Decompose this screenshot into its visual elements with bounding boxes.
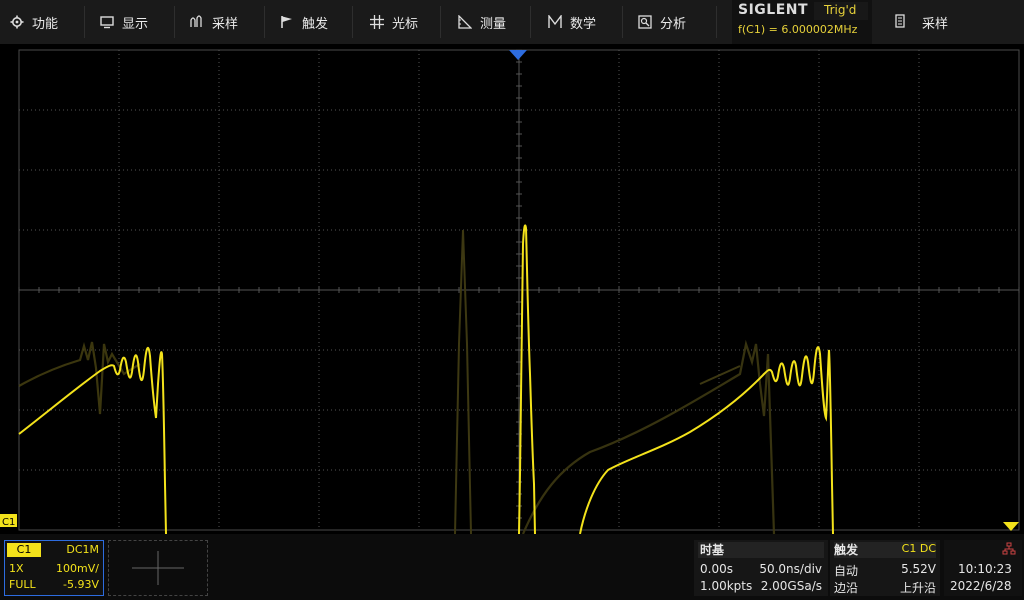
flag-icon bbox=[280, 15, 294, 29]
menu-acquire-label: 采样 bbox=[212, 16, 239, 32]
clock-time: 10:10:23 bbox=[958, 562, 1012, 576]
menu-acquire-right[interactable]: 采样 bbox=[872, 0, 1024, 44]
cursor-crosshair-icon bbox=[370, 15, 384, 29]
menu-divider bbox=[264, 6, 265, 38]
clock-panel: 10:10:23 2022/6/28 bbox=[944, 540, 1022, 596]
frequency-counter: f(C1) = 6.000002MHz bbox=[738, 23, 858, 36]
menu-display-label: 显示 bbox=[122, 16, 149, 32]
trigger-type: 边沿 bbox=[834, 581, 859, 595]
channel-row-1: 1X 100mV/ bbox=[9, 562, 99, 575]
menu-measure-label: 测量 bbox=[480, 16, 507, 32]
trigger-status-badge: Trig'd bbox=[814, 2, 868, 20]
bottom-status-bar: C1 DC1M 1X 100mV/ FULL -5.93V 时基 0.00s 5… bbox=[0, 534, 1024, 600]
brand-status-box: SIGLENT Trig'd f(C1) = 6.000002MHz bbox=[732, 0, 872, 44]
menu-cursors-label: 光标 bbox=[392, 16, 419, 32]
menu-display[interactable]: 显示 bbox=[100, 0, 148, 44]
trigger-mode: 自动 bbox=[834, 564, 859, 578]
trigger-title: 触发 bbox=[834, 543, 859, 557]
gear-icon bbox=[10, 15, 24, 29]
channel-probe: 1X bbox=[9, 562, 24, 575]
menu-acquire[interactable]: 采样 bbox=[190, 0, 238, 44]
menu-utility-label: 功能 bbox=[32, 16, 59, 32]
timebase-panel[interactable]: 时基 0.00s 50.0ns/div 1.00kpts 2.00GSa/s bbox=[694, 540, 828, 596]
menu-divider bbox=[440, 6, 441, 38]
menu-trigger-label: 触发 bbox=[302, 16, 329, 32]
timebase-scale: 50.0ns/div bbox=[759, 562, 822, 576]
menu-divider bbox=[530, 6, 531, 38]
menu-divider bbox=[352, 6, 353, 38]
plus-icon bbox=[132, 551, 184, 585]
channel-offset: -5.93V bbox=[63, 578, 99, 591]
trigger-source: C1 DC bbox=[901, 542, 936, 555]
menu-divider bbox=[84, 6, 85, 38]
trigger-status-text: Trig'd bbox=[824, 3, 857, 17]
add-channel-slot[interactable] bbox=[108, 540, 208, 596]
menu-math-label: 数学 bbox=[570, 16, 597, 32]
math-icon bbox=[548, 15, 562, 29]
menu-divider bbox=[716, 6, 717, 38]
menu-acquire-right-label: 采样 bbox=[922, 16, 949, 32]
channel-bandwidth: FULL bbox=[9, 578, 36, 591]
timebase-delay: 0.00s bbox=[700, 562, 733, 576]
trigger-level: 5.52V bbox=[901, 562, 936, 576]
channel-c1-marker-label: C1 bbox=[2, 517, 15, 528]
menu-analysis-label: 分析 bbox=[660, 16, 687, 32]
ruler-icon bbox=[458, 15, 472, 29]
menu-trigger[interactable]: 触发 bbox=[280, 0, 328, 44]
timebase-title: 时基 bbox=[700, 543, 725, 557]
clock-date: 2022/6/28 bbox=[950, 579, 1012, 593]
top-menu-bar: 功能 显示 采样 触发 光标 测量 数学 分析 SIGLENT Trig'd f… bbox=[0, 0, 1024, 44]
menu-math[interactable]: 数学 bbox=[548, 0, 596, 44]
menu-divider bbox=[174, 6, 175, 38]
menu-cursors[interactable]: 光标 bbox=[370, 0, 418, 44]
channel-c1-tag: C1 bbox=[7, 543, 41, 557]
menu-utility[interactable]: 功能 bbox=[10, 0, 58, 44]
analysis-icon bbox=[638, 15, 652, 29]
waveform-display[interactable]: C1 bbox=[0, 44, 1024, 534]
channel-row-2: FULL -5.93V bbox=[9, 578, 99, 591]
network-icon bbox=[1002, 542, 1016, 555]
brand-logo: SIGLENT bbox=[738, 2, 809, 18]
menu-analysis[interactable]: 分析 bbox=[638, 0, 686, 44]
timebase-sample-rate: 2.00GSa/s bbox=[760, 579, 822, 593]
menu-measure[interactable]: 测量 bbox=[458, 0, 506, 44]
channel-c1-panel[interactable]: C1 DC1M 1X 100mV/ FULL -5.93V bbox=[4, 540, 104, 596]
trigger-panel[interactable]: 触发 C1 DC 自动 5.52V 边沿 上升沿 bbox=[830, 540, 940, 596]
channel-coupling: DC1M bbox=[66, 543, 99, 556]
acquire-icon bbox=[190, 15, 204, 29]
timebase-points: 1.00kpts bbox=[700, 579, 753, 593]
memory-icon bbox=[894, 13, 906, 32]
trigger-slope: 上升沿 bbox=[899, 581, 936, 595]
menu-divider bbox=[622, 6, 623, 38]
monitor-icon bbox=[100, 15, 114, 29]
channel-scale: 100mV/ bbox=[56, 562, 99, 575]
